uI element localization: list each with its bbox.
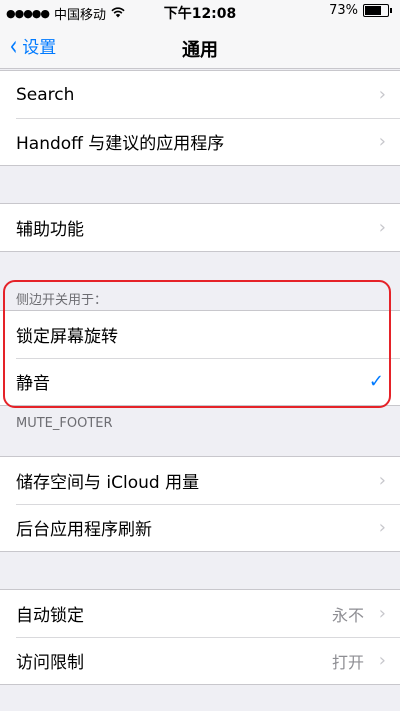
chevron-right-icon: › [378,650,386,671]
chevron-right-icon: › [378,603,386,624]
status-bar: ●●●●● 中国移动 下午12:08 73% [0,0,400,24]
navigation-bar: ‹ 设置 通用 [0,24,400,69]
row-auto-lock[interactable]: 自动锁定 永不 › [0,590,400,637]
checkmark-icon: ✓ [368,371,384,392]
row-label: Handoff 与建议的应用程序 [16,134,225,154]
settings-group-side-switch: 锁定屏幕旋转 静音 ✓ [0,310,400,406]
section-footer-mute: MUTE_FOOTER [16,416,113,431]
row-background-refresh[interactable]: 后台应用程序刷新 › [0,504,400,551]
row-lock-rotation[interactable]: 锁定屏幕旋转 [0,311,400,358]
row-label: 访问限制 [16,653,84,673]
row-label: 锁定屏幕旋转 [16,327,118,347]
chevron-right-icon: › [378,84,386,105]
battery-tip [390,8,392,13]
chevron-right-icon: › [378,470,386,491]
chevron-right-icon: › [378,217,386,238]
row-value: 永不 [331,605,364,625]
battery-percent: 73% [329,3,358,18]
battery-icon [363,4,389,17]
settings-group-4: 储存空间与 iCloud 用量 › 后台应用程序刷新 › [0,456,400,552]
row-label: 静音 [16,374,50,394]
row-label: 后台应用程序刷新 [16,520,152,540]
row-mute[interactable]: 静音 ✓ [0,358,400,405]
page-title: 通用 [182,40,218,61]
settings-group-5: 自动锁定 永不 › 访问限制 打开 › [0,589,400,685]
chevron-right-icon: › [378,517,386,538]
chevron-right-icon: › [378,131,386,152]
battery-fill [365,6,382,15]
row-label: Search [16,84,75,105]
row-accessibility[interactable]: 辅助功能 › [0,204,400,251]
row-search[interactable]: Search › [0,71,400,118]
row-handoff[interactable]: Handoff 与建议的应用程序 › [0,118,400,165]
status-right: 73% [329,3,392,18]
row-restrictions[interactable]: 访问限制 打开 › [0,637,400,684]
section-header-side-switch: 侧边开关用于： [16,293,108,308]
settings-group-2: 辅助功能 › [0,203,400,252]
row-storage-icloud[interactable]: 储存空间与 iCloud 用量 › [0,457,400,504]
row-label: 辅助功能 [16,220,84,240]
settings-group-1: Search › Handoff 与建议的应用程序 › [0,70,400,166]
row-label: 自动锁定 [16,606,84,626]
row-value: 打开 [331,652,364,672]
row-label: 储存空间与 iCloud 用量 [16,473,200,493]
